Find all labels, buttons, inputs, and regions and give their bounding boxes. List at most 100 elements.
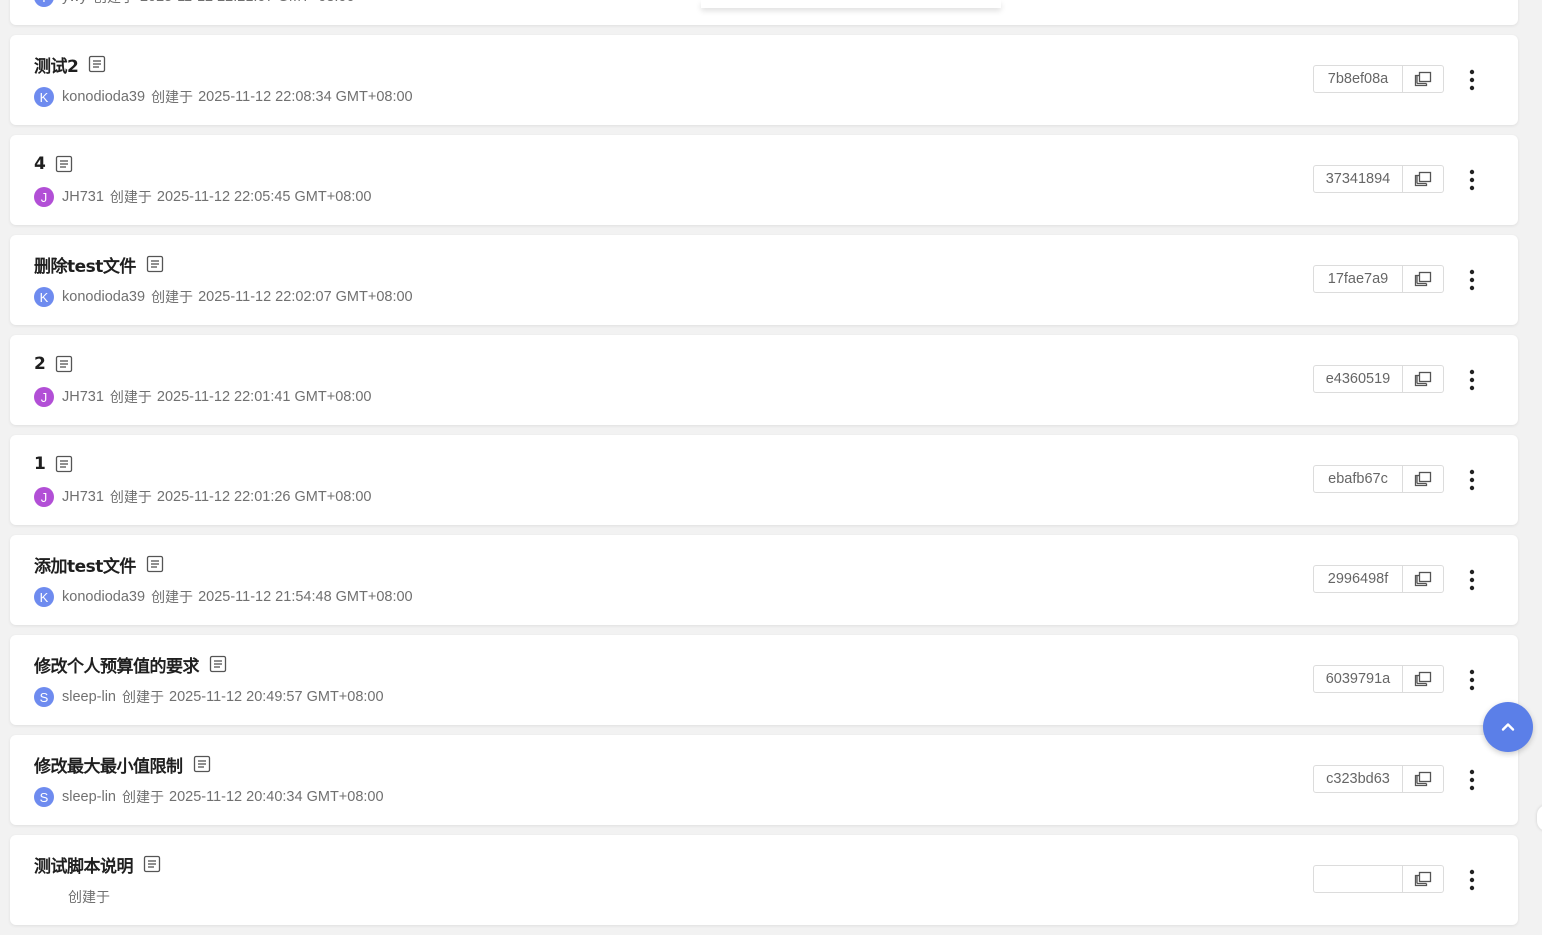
commit-card[interactable]: 1 J JH731 创建于 2025-11-12 22:01:26 GMT+08… — [10, 435, 1518, 525]
commit-card[interactable]: 添加test文件 K konodioda39 创建于 2025-11-12 21… — [10, 535, 1518, 625]
commit-title[interactable]: 修改个人预算值的要求 — [34, 652, 199, 677]
commit-card[interactable]: 修改最大最小值限制 S sleep-lin 创建于 2025-11-12 20:… — [10, 735, 1518, 825]
author-name[interactable]: JH731 — [62, 189, 104, 205]
commit-title-row: 2 — [34, 353, 73, 375]
avatar[interactable]: K — [34, 287, 54, 307]
avatar[interactable]: J — [34, 487, 54, 507]
document-icon[interactable] — [193, 755, 211, 773]
commit-card[interactable]: 4 J JH731 创建于 2025-11-12 22:05:45 GMT+08… — [10, 135, 1518, 225]
commit-card[interactable]: 2 J JH731 创建于 2025-11-12 22:01:41 GMT+08… — [10, 335, 1518, 425]
more-vertical-icon — [1469, 69, 1475, 91]
commit-title-row: 修改个人预算值的要求 — [34, 653, 227, 675]
copy-hash-button[interactable] — [1403, 266, 1443, 292]
document-icon[interactable] — [55, 455, 73, 473]
commit-card[interactable]: 测试脚本说明 创建于 — [10, 835, 1518, 925]
copy-hash-button[interactable] — [1403, 666, 1443, 692]
copy-hash-button[interactable] — [1403, 866, 1443, 892]
more-options-button[interactable] — [1462, 468, 1482, 492]
more-options-button[interactable] — [1462, 868, 1482, 892]
author-name[interactable]: JH731 — [62, 389, 104, 405]
author-name[interactable]: konodioda39 — [62, 89, 145, 105]
created-time: 2025-11-12 22:01:41 GMT+08:00 — [157, 389, 372, 405]
commit-title[interactable]: 添加test文件 — [34, 552, 136, 577]
author-name[interactable]: konodioda39 — [62, 289, 145, 305]
commit-card[interactable]: 测试2 K konodioda39 创建于 2025-11-12 22:08:3… — [10, 35, 1518, 125]
document-icon[interactable] — [55, 355, 73, 373]
commit-hash-box: 6039791a — [1313, 665, 1444, 693]
more-vertical-icon — [1469, 769, 1475, 791]
document-icon[interactable] — [209, 655, 227, 673]
copy-hash-button[interactable] — [1403, 66, 1443, 92]
commit-hash[interactable]: 7b8ef08a — [1314, 66, 1403, 92]
avatar[interactable]: J — [34, 387, 54, 407]
commit-title-row: 4 — [34, 153, 73, 175]
more-options-button[interactable] — [1462, 368, 1482, 392]
more-options-button[interactable] — [1462, 168, 1482, 192]
commit-title[interactable]: 修改最大最小值限制 — [34, 752, 183, 777]
author-name[interactable]: JH731 — [62, 489, 104, 505]
avatar[interactable]: S — [34, 787, 54, 807]
commit-meta: S sleep-lin 创建于 2025-11-12 20:49:57 GMT+… — [34, 687, 384, 707]
copy-hash-button[interactable] — [1403, 366, 1443, 392]
more-options-button[interactable] — [1462, 268, 1482, 292]
document-icon[interactable] — [88, 55, 106, 73]
document-icon[interactable] — [55, 155, 73, 173]
author-name[interactable]: ywy — [62, 0, 87, 5]
commit-title[interactable]: 4 — [34, 154, 45, 174]
commit-title[interactable]: 测试脚本说明 — [34, 852, 133, 877]
created-label: 创建于 — [68, 887, 110, 907]
more-options-button[interactable] — [1462, 668, 1482, 692]
copy-icon — [1414, 871, 1432, 887]
commit-title[interactable]: 2 — [34, 354, 45, 374]
commit-title[interactable]: 测试2 — [34, 52, 78, 77]
document-icon[interactable] — [146, 255, 164, 273]
commit-meta: J JH731 创建于 2025-11-12 22:01:26 GMT+08:0… — [34, 487, 371, 507]
avatar[interactable]: J — [34, 187, 54, 207]
created-label: 创建于 — [151, 87, 193, 107]
created-time: 2025-11-12 20:40:34 GMT+08:00 — [169, 789, 384, 805]
commit-meta: K konodioda39 创建于 2025-11-12 21:54:48 GM… — [34, 587, 413, 607]
commit-hash[interactable]: e4360519 — [1314, 366, 1403, 392]
commit-hash[interactable]: ebafb67c — [1314, 466, 1403, 492]
avatar[interactable]: K — [34, 587, 54, 607]
document-icon[interactable] — [146, 555, 164, 573]
commit-card[interactable]: 修改个人预算值的要求 S sleep-lin 创建于 2025-11-12 20… — [10, 635, 1518, 725]
commit-hash[interactable]: c323bd63 — [1314, 766, 1403, 792]
more-options-button[interactable] — [1462, 568, 1482, 592]
author-name[interactable]: konodioda39 — [62, 589, 145, 605]
commit-hash[interactable]: 6039791a — [1314, 666, 1403, 692]
copy-hash-button[interactable] — [1403, 566, 1443, 592]
commit-title[interactable]: 1 — [34, 454, 45, 474]
created-time: 2025-11-12 21:54:48 GMT+08:00 — [198, 589, 413, 605]
side-tab[interactable] — [1537, 805, 1542, 831]
avatar[interactable]: Y — [34, 0, 54, 7]
avatar[interactable]: S — [34, 687, 54, 707]
avatar[interactable]: K — [34, 87, 54, 107]
more-options-button[interactable] — [1462, 68, 1482, 92]
copy-hash-button[interactable] — [1403, 466, 1443, 492]
more-vertical-icon — [1469, 469, 1475, 491]
copy-hash-button[interactable] — [1403, 766, 1443, 792]
created-label: 创建于 — [93, 0, 135, 7]
scroll-to-top-button[interactable] — [1483, 702, 1533, 752]
created-label: 创建于 — [110, 487, 152, 507]
copy-hash-button[interactable] — [1403, 166, 1443, 192]
commit-hash[interactable]: 17fae7a9 — [1314, 266, 1403, 292]
document-icon[interactable] — [143, 855, 161, 873]
commit-hash-box: c323bd63 — [1313, 765, 1444, 793]
commit-hash[interactable]: 2996498f — [1314, 566, 1403, 592]
author-name[interactable]: sleep-lin — [62, 789, 116, 805]
author-name[interactable]: sleep-lin — [62, 689, 116, 705]
commit-hash[interactable] — [1314, 866, 1403, 892]
more-options-button[interactable] — [1462, 768, 1482, 792]
commit-title[interactable]: 删除test文件 — [34, 252, 136, 277]
created-label: 创建于 — [151, 587, 193, 607]
commit-hash-box: 7b8ef08a — [1313, 65, 1444, 93]
created-time: 2025-11-12 22:21:07 GMT+08:00 — [140, 0, 355, 5]
created-time: 2025-11-12 20:49:57 GMT+08:00 — [169, 689, 384, 705]
commit-card[interactable]: 删除test文件 K konodioda39 创建于 2025-11-12 22… — [10, 235, 1518, 325]
copy-icon — [1414, 771, 1432, 787]
created-label: 创建于 — [122, 787, 164, 807]
chevron-up-icon — [1499, 718, 1517, 736]
commit-hash[interactable]: 37341894 — [1314, 166, 1403, 192]
